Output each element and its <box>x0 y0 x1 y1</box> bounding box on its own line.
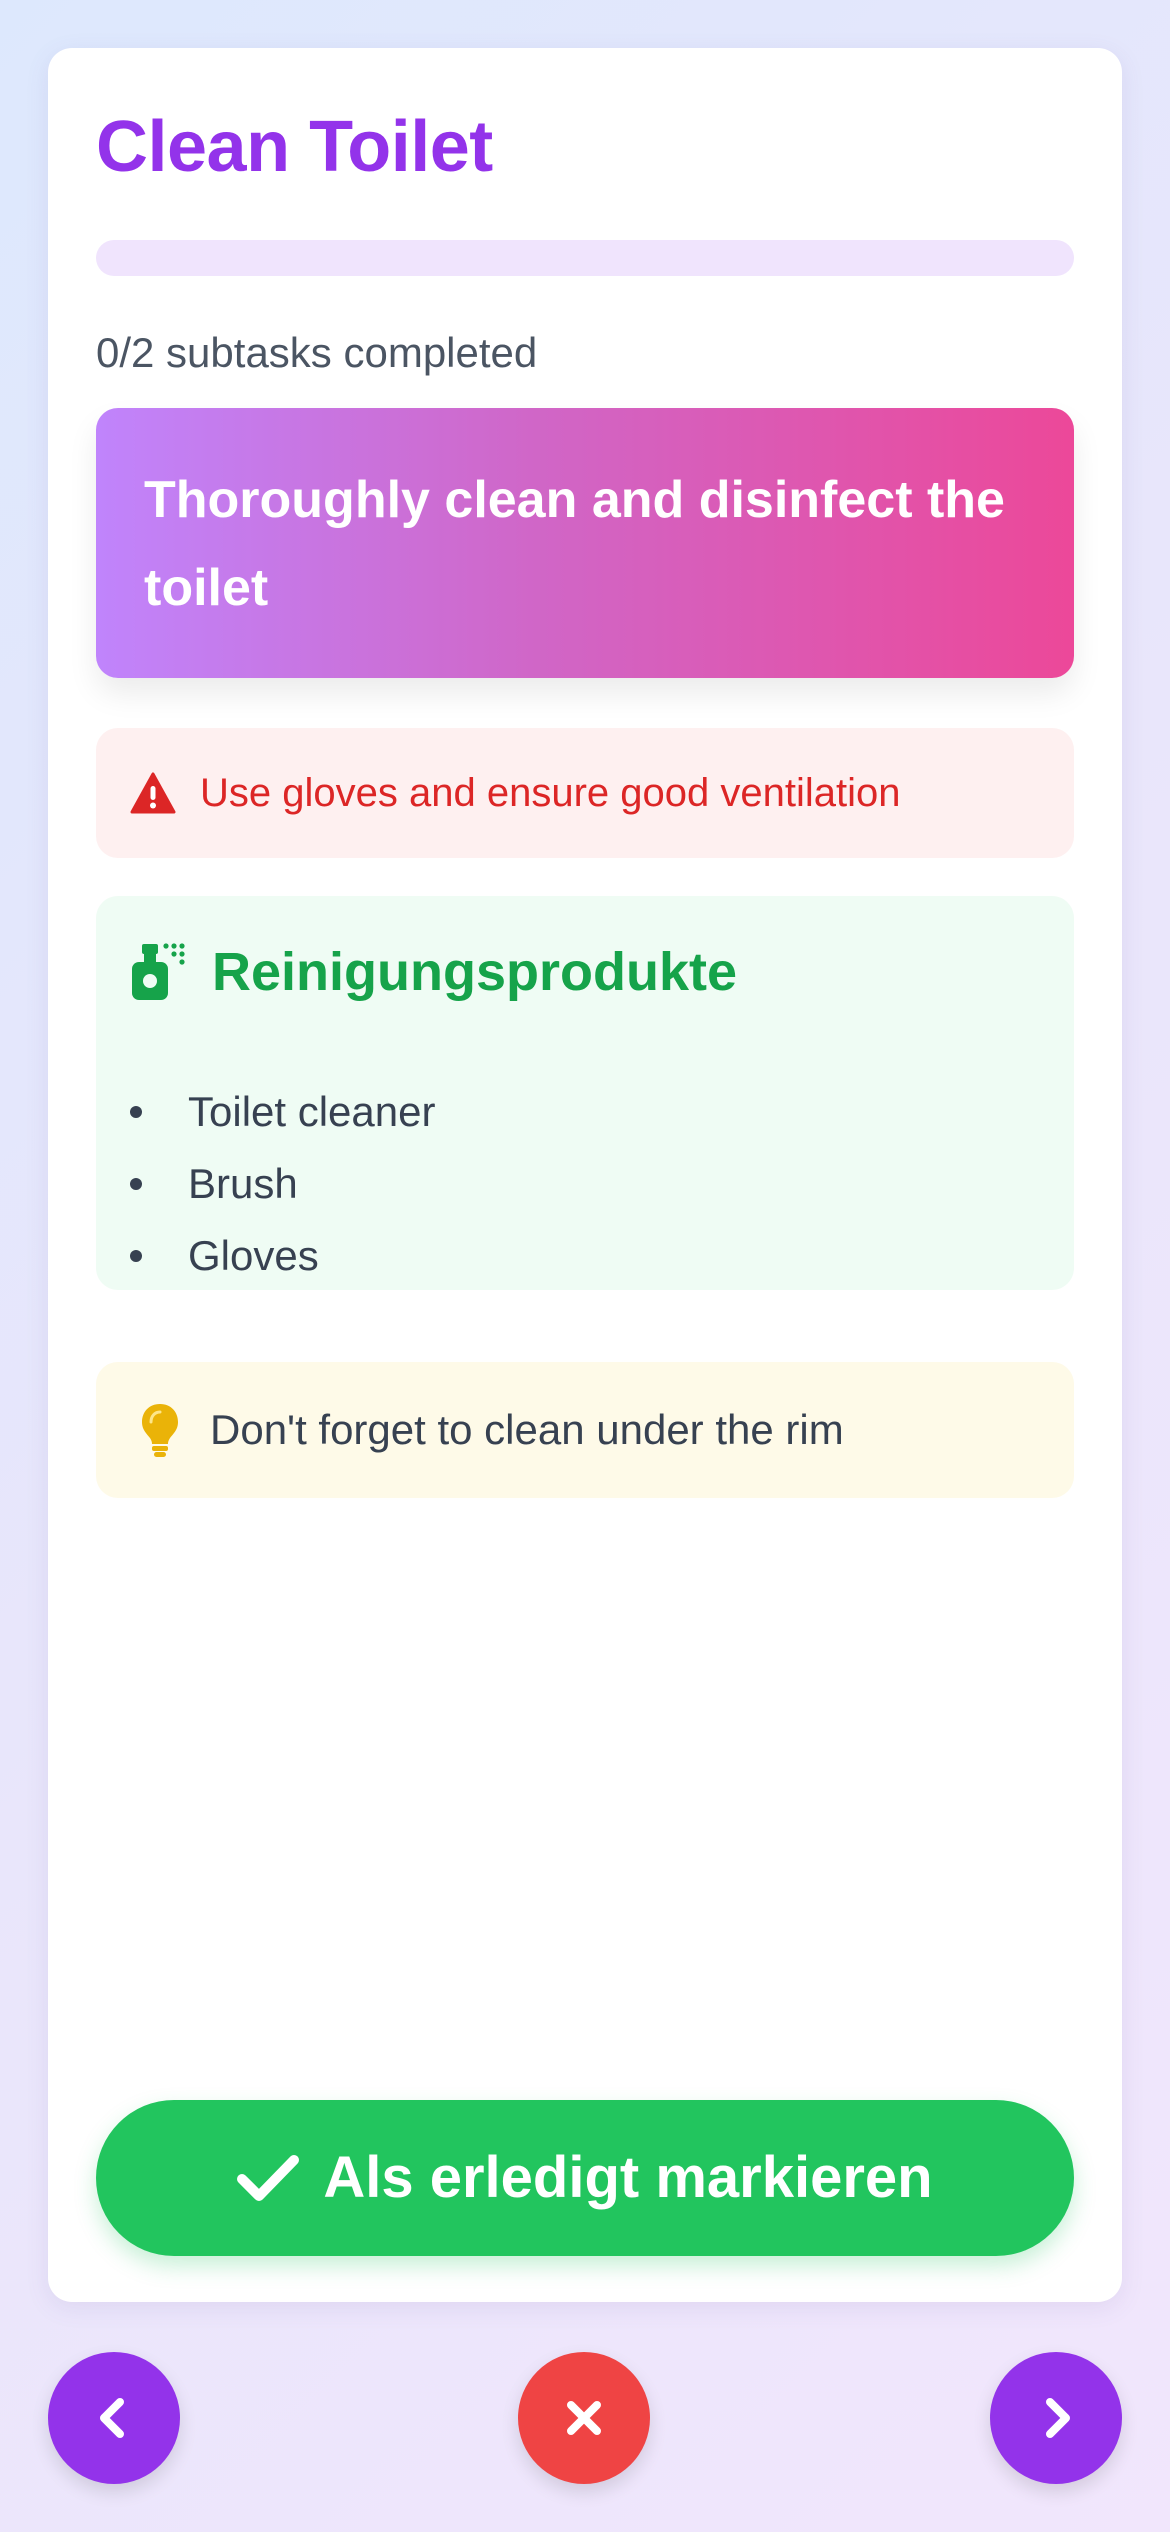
bullet-icon <box>130 1178 142 1190</box>
products-title: Reinigungsprodukte <box>212 942 737 1002</box>
task-card: Clean Toilet 0/2 subtasks completed Thor… <box>48 48 1122 2302</box>
warning-triangle-icon <box>130 772 176 814</box>
task-description-banner: Thoroughly clean and disinfect the toile… <box>96 408 1074 678</box>
product-item-label: Gloves <box>188 1232 319 1279</box>
progress-text: 0/2 subtasks completed <box>96 329 538 376</box>
task-description: Thoroughly clean and disinfect the toile… <box>144 471 1005 617</box>
warning-box: Use gloves and ensure good ventilation <box>96 728 1074 858</box>
close-icon <box>567 2401 601 2435</box>
product-item: Brush <box>130 1148 435 1220</box>
tip-box: Don't forget to clean under the rim <box>96 1362 1074 1498</box>
previous-task-button[interactable] <box>48 2352 180 2484</box>
products-list: Toilet cleaner Brush Gloves <box>130 1076 435 1292</box>
next-task-button[interactable] <box>990 2352 1122 2484</box>
product-item-label: Toilet cleaner <box>188 1088 436 1135</box>
bullet-icon <box>130 1250 142 1262</box>
chevron-right-icon <box>1046 2398 1070 2438</box>
lightbulb-icon <box>142 1404 178 1457</box>
product-item-label: Brush <box>188 1160 298 1207</box>
check-icon <box>237 2155 300 2201</box>
task-title: Clean Toilet <box>96 107 493 187</box>
bullet-icon <box>130 1106 142 1118</box>
close-button[interactable] <box>518 2352 650 2484</box>
spray-bottle-icon <box>132 943 185 1001</box>
mark-done-button[interactable]: Als erledigt markieren <box>96 2100 1074 2256</box>
mark-done-label: Als erledigt markieren <box>323 2145 933 2210</box>
tip-text: Don't forget to clean under the rim <box>210 1405 844 1453</box>
progress-bar <box>96 240 1074 276</box>
warning-text: Use gloves and ensure good ventilation <box>200 771 901 815</box>
cleaning-products-section: Reinigungsprodukte Toilet cleaner Brush … <box>96 896 1074 1290</box>
product-item: Gloves <box>130 1220 435 1292</box>
products-header: Reinigungsprodukte <box>130 940 737 1005</box>
product-item: Toilet cleaner <box>130 1076 435 1148</box>
chevron-left-icon <box>100 2398 124 2438</box>
